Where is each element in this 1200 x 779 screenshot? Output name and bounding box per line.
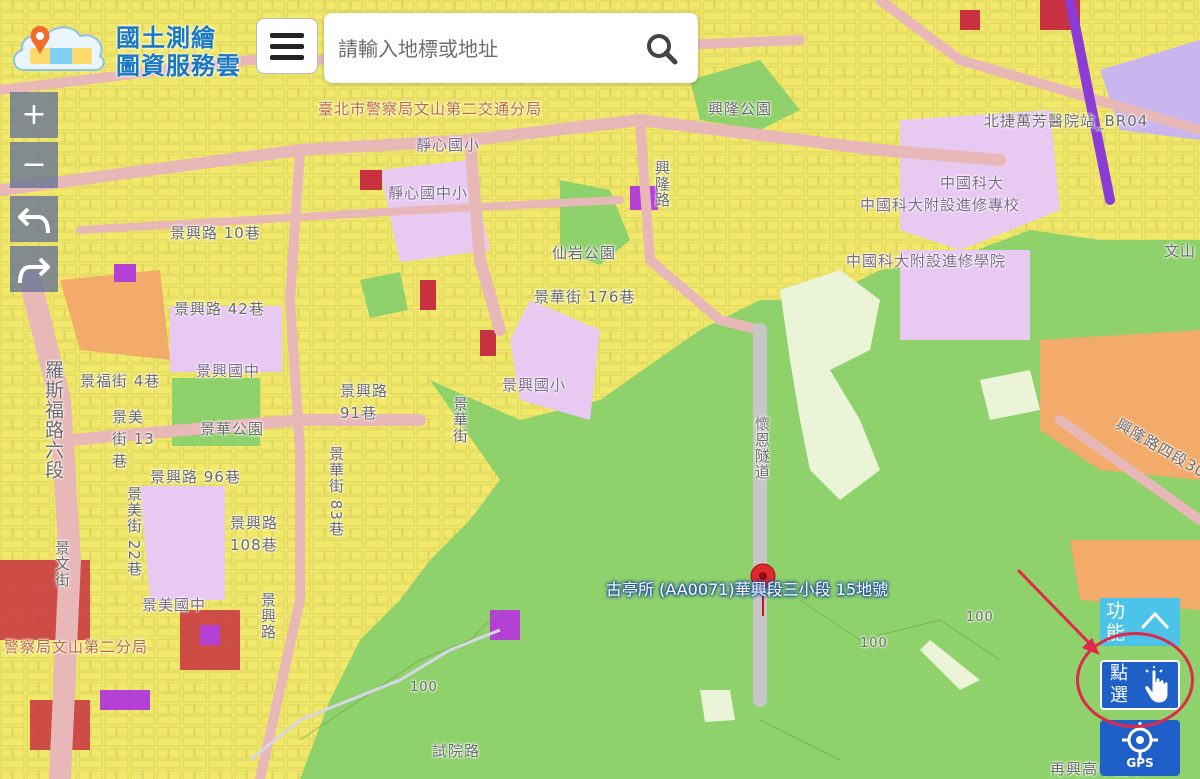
label-jingmei-st-22: 景美街 22巷	[125, 486, 143, 577]
label-xinglong-rd: 興隆路	[653, 160, 671, 208]
label-huaien-tunnel: 懷恩隧道	[753, 416, 771, 480]
gps-crosshair-icon	[1122, 722, 1158, 758]
app-title-line2: 圖資服務雲	[116, 52, 241, 80]
label-shiyuan-rd: 試院路	[432, 742, 481, 760]
label-jingxin-middle: 靜心國中小	[388, 184, 469, 202]
label-cust-college: 中國科大附設進修學院	[846, 252, 1007, 270]
label-jinghua-park: 景華公園	[200, 420, 265, 438]
label-xingfu-park: 興隆公園	[708, 100, 773, 118]
label-hospital-station: 北捷萬芳醫院站_BR04	[984, 112, 1149, 130]
label-jingxin-school: 靜心國小	[416, 136, 481, 154]
search-input[interactable]	[336, 27, 620, 71]
label-jinghua-st: 景華街	[451, 396, 469, 444]
menu-button[interactable]	[256, 18, 318, 74]
label-xianyan-park: 仙岩公園	[552, 244, 617, 262]
label-jingxing-rd-42: 景興路 42巷	[174, 300, 265, 318]
label-cust-school: 中國科大附設進修專校	[860, 196, 1021, 214]
label-jingxing-rd-10: 景興路 10巷	[170, 224, 261, 242]
hamburger-icon	[270, 32, 304, 38]
label-wenshan: 文山	[1164, 242, 1197, 260]
label-contour-100b: 100	[860, 636, 888, 651]
hand-pointer-icon	[1144, 666, 1169, 704]
zoom-in-button[interactable]: +	[10, 92, 58, 138]
label-contour-100c: 100	[966, 610, 994, 625]
undo-icon	[18, 207, 50, 234]
gps-button[interactable]: GPS	[1100, 720, 1180, 776]
label-cust: 中國科大	[940, 174, 1005, 192]
label-jingmei-middle: 景美國中	[142, 596, 207, 614]
label-jingxing-rd-96: 景興路 96巷	[150, 468, 241, 486]
label-jingxing-elem: 景興國小	[502, 376, 567, 394]
label-jingmei-st-4: 景福街 4巷	[80, 372, 161, 390]
label-jingxing-rd-108: 景興路 108巷	[230, 514, 279, 554]
label-contour-100a: 100	[410, 680, 438, 695]
label-jinghua-st-83: 景華街 83巷	[327, 446, 345, 537]
undo-button[interactable]	[10, 196, 58, 242]
map-pin-logo-icon	[13, 26, 105, 72]
redo-icon	[18, 257, 50, 284]
label-jinghua-st-176: 景華街 176巷	[534, 288, 636, 306]
label-jingwen-st: 景文街	[53, 540, 71, 588]
redo-button[interactable]	[10, 246, 58, 292]
label-jingxing-rd-91: 景興路 91巷	[340, 382, 389, 422]
function-label: 功能	[1106, 600, 1126, 644]
function-panel-button[interactable]: 功能	[1100, 598, 1180, 646]
chevron-up-icon	[1140, 611, 1170, 630]
zoom-out-button[interactable]: −	[10, 142, 58, 188]
search-box	[324, 13, 698, 83]
gps-label: GPS	[1126, 756, 1154, 770]
label-jingmei-st-13: 景美街 13巷	[112, 408, 155, 470]
label-jingxing-rd: 景興路	[259, 592, 277, 640]
select-label: 點選	[1110, 663, 1128, 706]
marker-parcel-label: 古亭所 (AA0071)華興段三小段 15地號	[606, 580, 889, 599]
label-roosevelt: 羅斯福路六段	[42, 360, 64, 480]
search-icon[interactable]	[644, 31, 680, 67]
label-police-station: 臺北市警察局文山第二交通分局	[318, 100, 543, 118]
app-logo[interactable]: 國土測繪 圖資服務雲	[10, 14, 250, 80]
label-police-station-2: 警察局文山第二分局	[4, 638, 149, 656]
point-select-button[interactable]: 點選	[1100, 660, 1180, 710]
label-jingxing-middle: 景興國中	[196, 362, 261, 380]
